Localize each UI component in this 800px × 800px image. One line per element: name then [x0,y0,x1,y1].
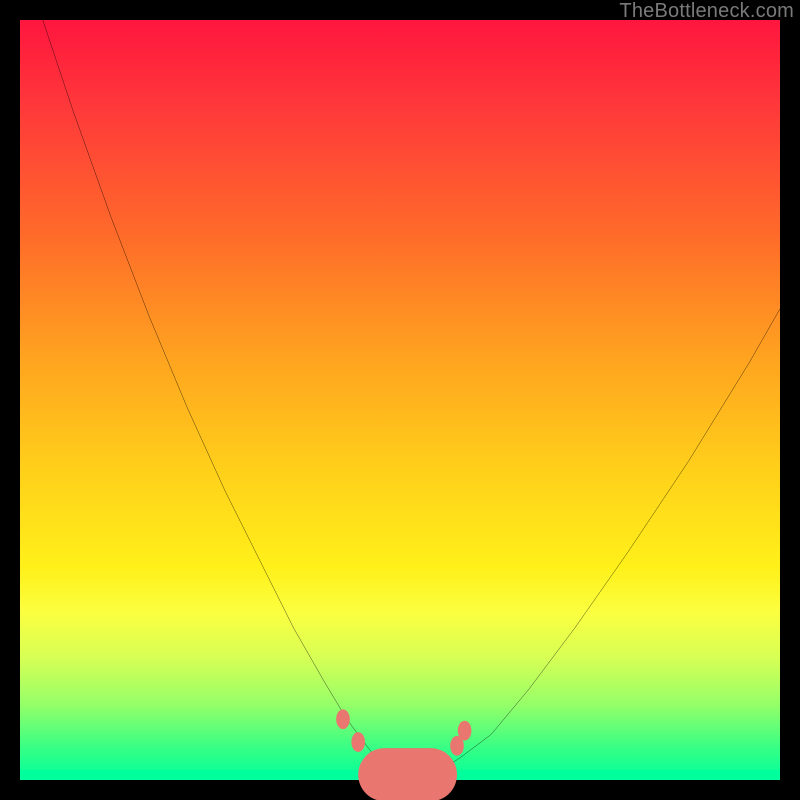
chart-svg [20,20,780,780]
marker-dot [458,721,472,741]
chart-frame: TheBottleneck.com [0,0,800,800]
marker-dot [351,732,365,752]
bottleneck-curve [20,0,780,776]
chart-plot-area [20,20,780,780]
marker-dot [336,709,350,729]
marker-dot [367,751,381,771]
marker-dot [435,751,449,771]
